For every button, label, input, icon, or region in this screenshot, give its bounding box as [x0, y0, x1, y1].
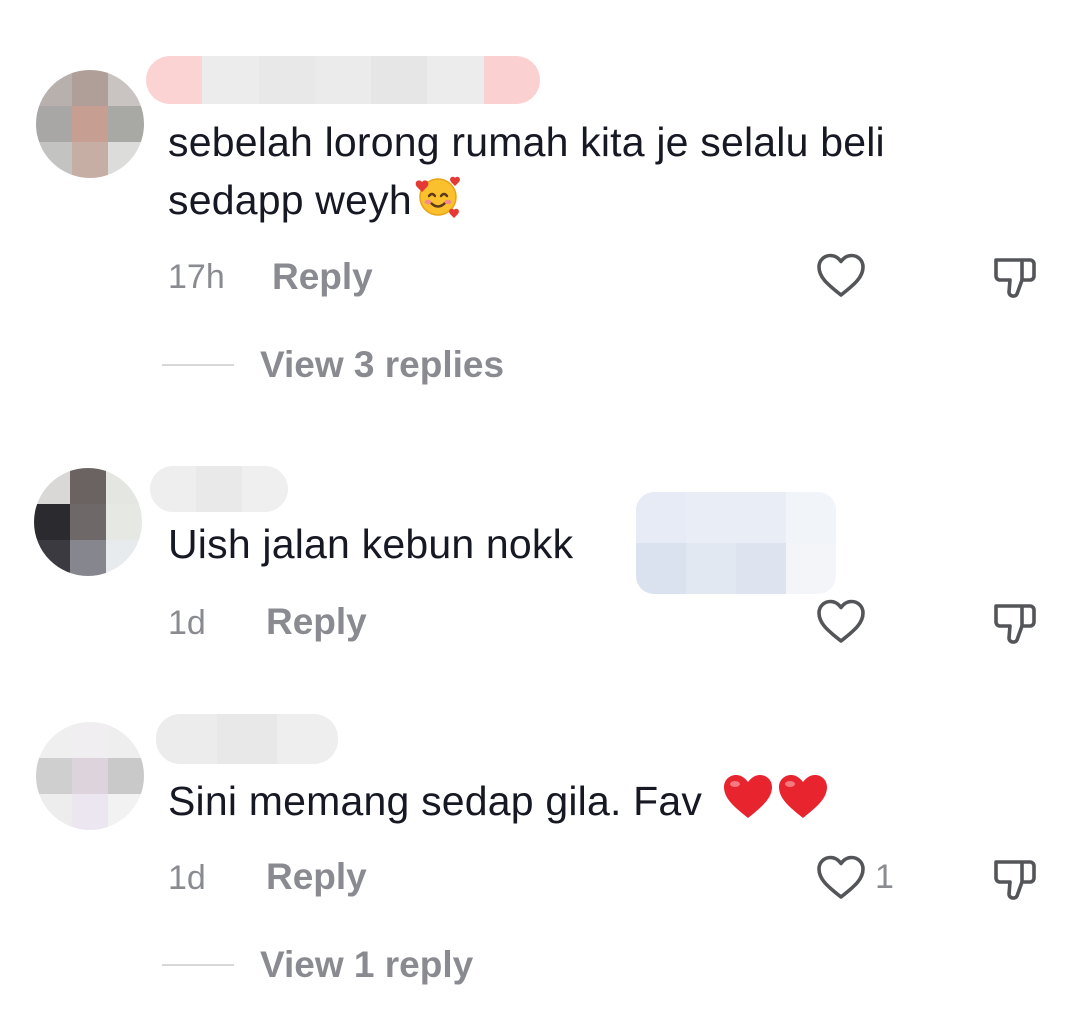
comment-timestamp: 1d [168, 604, 206, 642]
like-count: 1 [875, 858, 894, 896]
heart-outline-icon [817, 253, 865, 297]
avatar[interactable] [34, 468, 142, 576]
like-button[interactable] [815, 598, 867, 646]
avatar[interactable] [36, 722, 144, 830]
username-blurred[interactable] [156, 714, 338, 764]
view-replies-divider [162, 964, 234, 966]
username-blurred[interactable] [146, 56, 540, 104]
comment-item: sebelah lorong rumah kita je selalu beli… [0, 0, 1080, 400]
reply-button[interactable]: Reply [266, 856, 367, 898]
avatar[interactable] [36, 70, 144, 178]
dislike-button[interactable] [990, 598, 1040, 648]
comment-text-line-2-text: sedapp weyh [168, 177, 412, 223]
comment-text-body: Sini memang sedap gila. Fav [168, 778, 714, 824]
comment-item: Sini memang sedap gila. Fav 1d Reply 1 V… [0, 690, 1080, 1020]
view-replies-button[interactable]: View 3 replies [162, 344, 504, 386]
like-button[interactable] [815, 854, 867, 902]
thumbs-down-outline-icon [994, 860, 1036, 900]
heart-outline-icon [817, 855, 865, 899]
reply-button[interactable]: Reply [272, 256, 373, 298]
thumbs-down-outline-icon [994, 604, 1036, 644]
thumbs-down-outline-icon [994, 258, 1036, 298]
view-replies-label: View 3 replies [260, 344, 505, 385]
comment-text-line-1: sebelah lorong rumah kita je selalu beli [168, 119, 885, 165]
view-replies-button[interactable]: View 1 reply [162, 944, 473, 986]
dislike-button[interactable] [990, 854, 1040, 904]
username-blurred[interactable] [150, 466, 288, 512]
red-heart-emoji-icon [722, 773, 830, 836]
dislike-button[interactable] [990, 252, 1040, 302]
comment-text: Uish jalan kebun nokk [168, 521, 574, 567]
reply-button[interactable]: Reply [266, 601, 367, 643]
comment-timestamp: 17h [168, 258, 225, 296]
heart-outline-icon [817, 599, 865, 643]
smiling-face-with-hearts-emoji-icon [414, 172, 462, 235]
comment-text: sebelah lorong rumah kita je selalu beli… [168, 113, 885, 235]
like-button[interactable] [815, 252, 867, 300]
view-replies-label: View 1 reply [260, 944, 474, 985]
view-replies-divider [162, 364, 234, 366]
comment-text-line-2: sedapp weyh [168, 171, 885, 235]
comment-text: Sini memang sedap gila. Fav [168, 772, 830, 836]
blurred-region [636, 492, 836, 594]
comment-item: Uish jalan kebun nokk 1d Reply [0, 400, 1080, 690]
comment-timestamp: 1d [168, 859, 206, 897]
